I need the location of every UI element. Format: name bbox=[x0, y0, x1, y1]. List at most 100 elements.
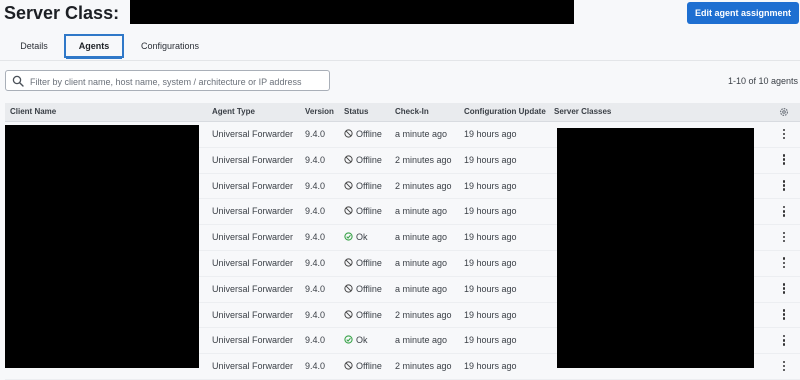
configuration-update-cell: 19 hours ago bbox=[464, 257, 517, 268]
status-cell: Offline bbox=[344, 206, 382, 216]
status-label: Ok bbox=[356, 232, 368, 243]
column-header-configuration-update[interactable]: Configuration Update bbox=[464, 107, 546, 116]
version-cell: 9.4.0 bbox=[305, 257, 326, 268]
kebab-menu-icon[interactable] bbox=[779, 282, 789, 296]
version-cell: 9.4.0 bbox=[305, 232, 326, 243]
kebab-menu-icon[interactable] bbox=[779, 127, 789, 141]
status-cell: Offline bbox=[344, 181, 382, 191]
tab-agents[interactable]: Agents bbox=[64, 34, 124, 59]
status-label: Offline bbox=[356, 154, 382, 165]
redacted-server-class-name bbox=[130, 0, 574, 24]
agent-type-cell: Universal Forwarder bbox=[212, 180, 294, 191]
ok-check-icon bbox=[344, 335, 353, 345]
table-header: Client Name Agent Type Version Status Ch… bbox=[5, 103, 800, 122]
redacted-server-classes bbox=[557, 128, 754, 368]
kebab-menu-icon[interactable] bbox=[779, 204, 789, 218]
check-in-cell: 2 minutes ago bbox=[395, 154, 452, 165]
status-label: Offline bbox=[356, 361, 382, 372]
agent-type-cell: Universal Forwarder bbox=[212, 232, 294, 243]
version-cell: 9.4.0 bbox=[305, 361, 326, 372]
agent-type-cell: Universal Forwarder bbox=[212, 257, 294, 268]
search-input[interactable] bbox=[28, 72, 328, 91]
offline-icon bbox=[344, 258, 353, 267]
offline-icon bbox=[344, 180, 353, 190]
kebab-menu-icon[interactable] bbox=[779, 230, 789, 244]
agent-type-cell: Universal Forwarder bbox=[212, 309, 294, 320]
configuration-update-cell: 19 hours ago bbox=[464, 232, 517, 243]
agent-type-cell: Universal Forwarder bbox=[212, 129, 294, 139]
check-in-cell: a minute ago bbox=[395, 283, 448, 294]
kebab-menu-icon[interactable] bbox=[779, 153, 789, 167]
ok-check-icon bbox=[344, 232, 353, 241]
check-in-cell: a minute ago bbox=[395, 232, 448, 243]
status-cell: Ok bbox=[344, 232, 368, 242]
offline-icon bbox=[344, 155, 353, 164]
column-header-client-name[interactable]: Client Name bbox=[10, 107, 56, 116]
configuration-update-cell: 19 hours ago bbox=[464, 335, 517, 346]
kebab-menu-icon[interactable] bbox=[779, 179, 789, 193]
page-title: Server Class: bbox=[4, 3, 120, 23]
edit-agent-assignment-button[interactable]: Edit agent assignment bbox=[687, 2, 799, 24]
status-cell: Offline bbox=[344, 129, 382, 139]
tab-details[interactable]: Details bbox=[10, 34, 58, 58]
configuration-update-cell: 19 hours ago bbox=[464, 154, 517, 165]
gear-icon[interactable] bbox=[779, 107, 789, 117]
agent-count: 1-10 of 10 agents bbox=[727, 76, 798, 86]
status-label: Offline bbox=[356, 283, 382, 294]
kebab-menu-icon[interactable] bbox=[779, 308, 789, 322]
redacted-client-names bbox=[5, 125, 199, 368]
offline-icon bbox=[344, 361, 353, 370]
status-label: Ok bbox=[356, 335, 368, 346]
configuration-update-cell: 19 hours ago bbox=[464, 180, 517, 191]
filter-search-box[interactable] bbox=[5, 70, 330, 91]
offline-icon bbox=[344, 206, 353, 215]
configuration-update-cell: 19 hours ago bbox=[464, 206, 517, 217]
offline-icon bbox=[344, 284, 353, 293]
kebab-menu-icon[interactable] bbox=[779, 359, 789, 373]
agent-type-cell: Universal Forwarder bbox=[212, 361, 294, 372]
status-cell: Offline bbox=[344, 258, 382, 268]
offline-icon bbox=[344, 129, 353, 138]
column-header-status[interactable]: Status bbox=[344, 107, 368, 116]
configuration-update-cell: 19 hours ago bbox=[464, 361, 517, 372]
version-cell: 9.4.0 bbox=[305, 154, 326, 165]
search-icon bbox=[12, 75, 24, 87]
column-header-agent-type[interactable]: Agent Type bbox=[212, 107, 255, 116]
agent-type-cell: Universal Forwarder bbox=[212, 206, 294, 217]
check-in-cell: a minute ago bbox=[395, 206, 448, 217]
version-cell: 9.4.0 bbox=[305, 335, 326, 346]
configuration-update-cell: 19 hours ago bbox=[464, 283, 517, 294]
status-cell: Offline bbox=[344, 310, 382, 320]
tab-bar: Details Agents Configurations bbox=[0, 32, 800, 61]
status-cell: Offline bbox=[344, 361, 382, 371]
tab-configurations[interactable]: Configurations bbox=[132, 34, 208, 58]
status-label: Offline bbox=[356, 180, 382, 191]
check-in-cell: 2 minutes ago bbox=[395, 180, 452, 191]
status-label: Offline bbox=[356, 129, 382, 139]
configuration-update-cell: 19 hours ago bbox=[464, 309, 517, 320]
page-header: Server Class: Edit agent assignment bbox=[0, 0, 800, 28]
version-cell: 9.4.0 bbox=[305, 309, 326, 320]
kebab-menu-icon[interactable] bbox=[779, 256, 789, 270]
version-cell: 9.4.0 bbox=[305, 206, 326, 217]
status-label: Offline bbox=[356, 309, 382, 320]
column-header-version[interactable]: Version bbox=[305, 107, 334, 116]
column-header-check-in[interactable]: Check-In bbox=[395, 107, 429, 116]
check-in-cell: a minute ago bbox=[395, 129, 448, 139]
offline-icon bbox=[344, 309, 353, 319]
kebab-menu-icon[interactable] bbox=[779, 333, 789, 347]
status-label: Offline bbox=[356, 257, 382, 268]
status-label: Offline bbox=[356, 206, 382, 217]
version-cell: 9.4.0 bbox=[305, 129, 326, 139]
agent-type-cell: Universal Forwarder bbox=[212, 283, 294, 294]
status-cell: Offline bbox=[344, 284, 382, 294]
version-cell: 9.4.0 bbox=[305, 283, 326, 294]
check-in-cell: a minute ago bbox=[395, 335, 448, 346]
version-cell: 9.4.0 bbox=[305, 180, 326, 191]
configuration-update-cell: 19 hours ago bbox=[464, 129, 517, 139]
column-header-server-classes[interactable]: Server Classes bbox=[554, 107, 611, 116]
check-in-cell: 2 minutes ago bbox=[395, 309, 452, 320]
status-cell: Ok bbox=[344, 335, 368, 345]
agent-type-cell: Universal Forwarder bbox=[212, 154, 294, 165]
check-in-cell: a minute ago bbox=[395, 257, 448, 268]
